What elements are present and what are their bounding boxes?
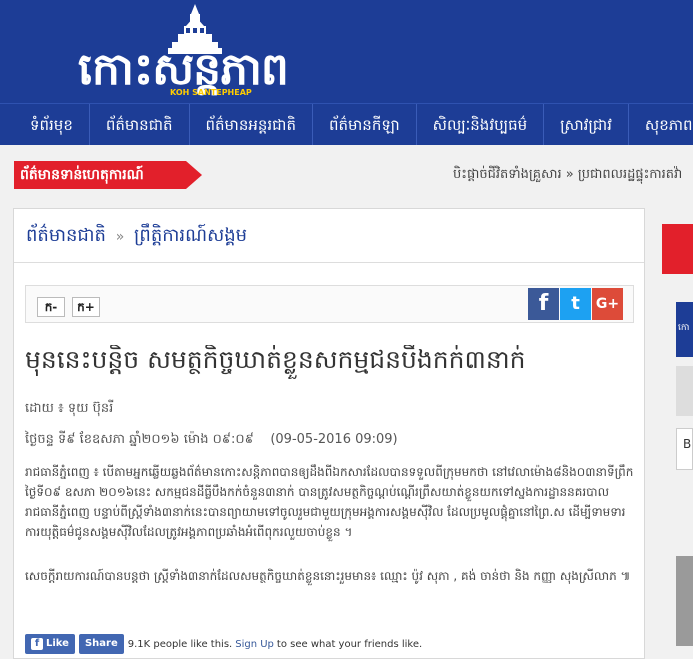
nav-item-home[interactable]: ទំព័រមុខ [14, 104, 89, 145]
facebook-icon: f [31, 638, 43, 650]
share-facebook-button[interactable]: f [528, 288, 559, 320]
breaking-arrow-icon [186, 161, 202, 189]
article-byline: ដោយ ៖ ទុយ ប៊ុនរី [25, 401, 114, 416]
breaking-news-label: ព័ត៌មានទាន់ហេតុការណ៍ [14, 161, 186, 189]
article-date-num: (09-05-2016 09:09) [270, 432, 398, 447]
article-toolbar: ក- ក+ f t G+ [25, 285, 634, 323]
sidebar-widget-b: B [676, 428, 693, 470]
article-date: ថ្ងៃចន្ទ ទី៩ ខែឧសភា ឆ្នាំ២០១៦ ម៉ោង ០៩:០៩… [25, 431, 398, 450]
facebook-like-widget: f Like Share 9.1K people like this. Sign … [25, 633, 422, 655]
site-header: កោះសន្តិភាព KOH SANTEPHEAP [0, 0, 693, 103]
nav-item-research[interactable]: ស្រាវជ្រាវ [543, 104, 628, 145]
breaking-news-bar: ព័ត៌មានទាន់ហេតុការណ៍ បិះផ្តាច់ជីវិតទាំងគ… [14, 161, 693, 189]
article-paragraph-2: សេចក្តីរាយការណ៍បានបន្តថា ស្ត្រីទាំង៣នាក់… [25, 569, 631, 583]
fb-like-count: 9.1K people like this. [127, 638, 233, 650]
fb-signup-suffix: to see what your friends like. [276, 638, 423, 650]
article-title: មុននេះបន្តិច សមត្ថកិច្ចឃាត់ខ្លួនសកម្មជនប… [25, 345, 526, 374]
breadcrumb-subsection[interactable]: ព្រឹត្តិការណ៍សង្គម [134, 225, 247, 246]
sidebar-ad-gray[interactable] [676, 366, 693, 416]
nav-item-arts-culture[interactable]: សិល្បៈនិងវប្បធម៌ [415, 104, 543, 145]
share-google-button[interactable]: G+ [592, 288, 623, 320]
font-increase-button[interactable]: ក+ [72, 297, 100, 317]
article-panel: ព័ត៌មានជាតិ » ព្រឹត្តិការណ៍សង្គម ក- ក+ f… [13, 208, 645, 659]
nav-item-health[interactable]: សុខភាព [627, 104, 693, 145]
article-paragraph-1: រាជធានីភ្នំពេញ ៖ បើតាមអ្នកឆ្លើយឆ្លងព័ត៌ម… [25, 465, 634, 539]
news-ticker[interactable]: បិះផ្តាច់ជីវិតទាំងគ្រួសារ » ប្រជាពលរដ្ឋផ… [453, 161, 682, 189]
fb-like-button[interactable]: f Like [25, 634, 75, 654]
nav-item-international[interactable]: ព័ត៌មានអន្តរជាតិ [188, 104, 312, 145]
logo-subtitle: KOH SANTEPHEAP [170, 88, 252, 97]
nav-item-national[interactable]: ព័ត៌មានជាតិ [88, 104, 189, 145]
main-nav: ទំព័រមុខ ព័ត៌មានជាតិ ព័ត៌មានអន្តរជាតិ ព័… [0, 103, 693, 145]
fb-share-button[interactable]: Share [78, 634, 124, 654]
fb-signup-link[interactable]: Sign Up [235, 639, 274, 650]
breadcrumb: ព័ត៌មានជាតិ » ព្រឹត្តិការណ៍សង្គម [14, 209, 644, 263]
site-logo[interactable]: កោះសន្តិភាព KOH SANTEPHEAP [78, 4, 318, 100]
nav-item-sports[interactable]: ព័ត៌មានកីឡា [311, 104, 416, 145]
share-twitter-button[interactable]: t [560, 288, 591, 320]
breadcrumb-section[interactable]: ព័ត៌មានជាតិ [26, 225, 106, 246]
fb-like-label: Like [46, 638, 69, 649]
breadcrumb-separator: » [115, 229, 125, 245]
sidebar-image[interactable] [676, 556, 693, 646]
sidebar-ad-blue[interactable]: កោ [676, 302, 693, 357]
font-decrease-button[interactable]: ក- [37, 297, 65, 317]
sidebar-ad-red[interactable] [662, 224, 693, 274]
article-date-kh: ថ្ងៃចន្ទ ទី៩ ខែឧសភា ឆ្នាំ២០១៦ ម៉ោង ០៩:០៩ [25, 432, 254, 447]
